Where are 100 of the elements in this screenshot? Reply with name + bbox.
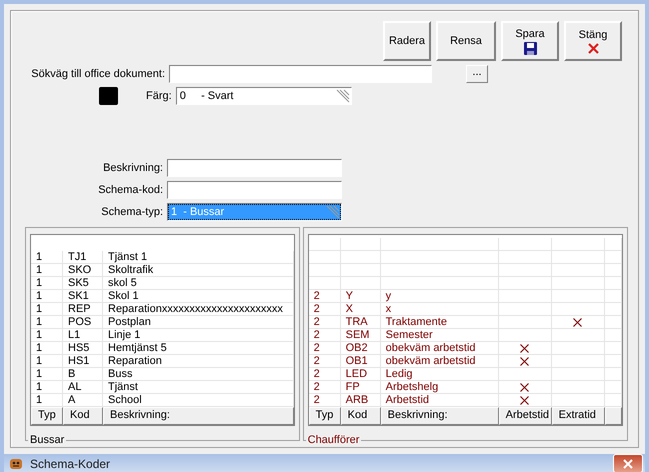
column-header[interactable]: Kod xyxy=(63,407,103,425)
table-cell: y xyxy=(380,290,499,303)
cross-mark-icon xyxy=(573,318,582,326)
table-cell: Skol 1 xyxy=(103,290,294,303)
table-cell: X xyxy=(340,303,381,316)
table-cell: SK5 xyxy=(63,277,103,290)
column-header[interactable]: Arbetstid xyxy=(498,407,552,425)
empty-cell xyxy=(552,238,605,251)
toolbar-button[interactable]: Rensa xyxy=(436,21,496,61)
empty-cell xyxy=(308,264,341,277)
table-cell: Reparation xyxy=(103,355,294,368)
table-cell: Postplan xyxy=(103,316,294,329)
column-header[interactable]: Typ xyxy=(31,407,63,425)
table-cell: 2 xyxy=(308,329,341,342)
table-cell: 1 xyxy=(31,277,63,290)
table-cell: OB1 xyxy=(340,355,381,368)
table-cell: Linje 1 xyxy=(103,329,294,342)
table-cell: Ledig xyxy=(380,368,499,381)
empty-cell xyxy=(604,342,622,355)
column-header[interactable]: Beskrivning: xyxy=(103,407,294,425)
table-cell: REP xyxy=(63,303,103,316)
table-cell: Tjänst xyxy=(103,381,294,394)
empty-cell xyxy=(604,303,622,316)
table-cell: LED xyxy=(340,368,381,381)
table-cell: 1 xyxy=(31,329,63,342)
field-label: Sökväg till office dokument: xyxy=(30,68,166,80)
table-cell: Traktamente xyxy=(380,316,499,329)
table-cell: obekväm arbetstid xyxy=(380,355,499,368)
empty-cell xyxy=(604,264,622,277)
cross-mark-icon xyxy=(520,396,530,404)
empty-cell xyxy=(552,251,605,264)
empty-cell xyxy=(604,251,622,264)
table-cell: 1 xyxy=(31,342,63,355)
empty-cell xyxy=(340,251,381,264)
column-header[interactable]: Extratid xyxy=(552,407,605,425)
empty-cell xyxy=(604,290,622,303)
cross-mark-icon xyxy=(520,356,530,366)
table-cell: 1 xyxy=(31,381,63,394)
color-dropdown[interactable]: 0 - Svart xyxy=(176,87,352,105)
toolbar-button[interactable]: Stäng xyxy=(564,21,622,61)
table-cell: 1 xyxy=(31,355,63,368)
table-cell: FP xyxy=(340,381,381,394)
field-label: Beskrivning: xyxy=(102,162,164,174)
empty-cell xyxy=(340,238,381,251)
table-cell: 2 xyxy=(308,342,341,355)
empty-cell xyxy=(340,264,381,277)
table-cell: 2 xyxy=(308,316,341,329)
resize-grip-icon xyxy=(326,205,340,219)
table-cell: 2 xyxy=(308,368,341,381)
table-cell: Buss xyxy=(103,368,294,381)
cross-mark-icon xyxy=(520,382,530,392)
empty-cell xyxy=(552,277,605,290)
table-cell: Arbetshelg xyxy=(380,381,499,394)
table-cell: HS1 xyxy=(63,355,103,368)
empty-cell xyxy=(604,381,622,394)
browse-button[interactable]: ... xyxy=(466,65,488,83)
table-cell: OB2 xyxy=(340,342,381,355)
input-field[interactable] xyxy=(167,181,342,199)
window-title: Schema-Koder xyxy=(30,456,110,470)
toolbar-button[interactable]: Spara xyxy=(501,21,559,61)
column-header[interactable]: Kod xyxy=(340,407,381,425)
table-cell: 1 xyxy=(31,303,63,316)
empty-cell xyxy=(498,238,552,251)
empty-cell xyxy=(604,277,622,290)
table-cell: 1 xyxy=(31,316,63,329)
empty-cell xyxy=(308,251,341,264)
empty-cell xyxy=(340,277,381,290)
table-cell: SK1 xyxy=(63,290,103,303)
close-button[interactable] xyxy=(613,454,643,472)
empty-cell xyxy=(604,355,622,368)
field-label: Schema-typ: xyxy=(100,206,164,218)
table-cell: L1 xyxy=(63,329,103,342)
empty-cell xyxy=(604,329,622,342)
table-cell: 2 xyxy=(308,381,341,394)
empty-cell xyxy=(308,277,341,290)
table-cell: AL xyxy=(63,381,103,394)
empty-cell xyxy=(604,368,622,381)
table-cell: Hemtjänst 5 xyxy=(103,342,294,355)
input-field[interactable] xyxy=(169,65,432,83)
table-cell: 2 xyxy=(308,355,341,368)
table-cell: Skoltrafik xyxy=(103,264,294,277)
input-field[interactable] xyxy=(167,159,342,177)
cross-mark-icon xyxy=(520,344,530,352)
empty-cell xyxy=(498,277,552,290)
table-cell: Tjänst 1 xyxy=(103,251,294,264)
close-icon xyxy=(623,458,633,468)
table-cell: obekväm arbetstid xyxy=(380,342,499,355)
empty-cell xyxy=(552,264,605,277)
table-cell: HS5 xyxy=(63,342,103,355)
table-cell: Y xyxy=(340,290,381,303)
table-cell: SEM xyxy=(340,329,381,342)
table-cell: SKO xyxy=(63,264,103,277)
table-cell: 2 xyxy=(308,290,341,303)
column-header[interactable]: Typ xyxy=(308,407,341,425)
empty-cell xyxy=(308,238,341,251)
empty-cell xyxy=(498,264,552,277)
table-cell: 2 xyxy=(308,303,341,316)
column-header[interactable]: Beskrivning: xyxy=(380,407,499,425)
table-cell: B xyxy=(63,368,103,381)
toolbar-button[interactable]: Radera xyxy=(383,21,431,61)
